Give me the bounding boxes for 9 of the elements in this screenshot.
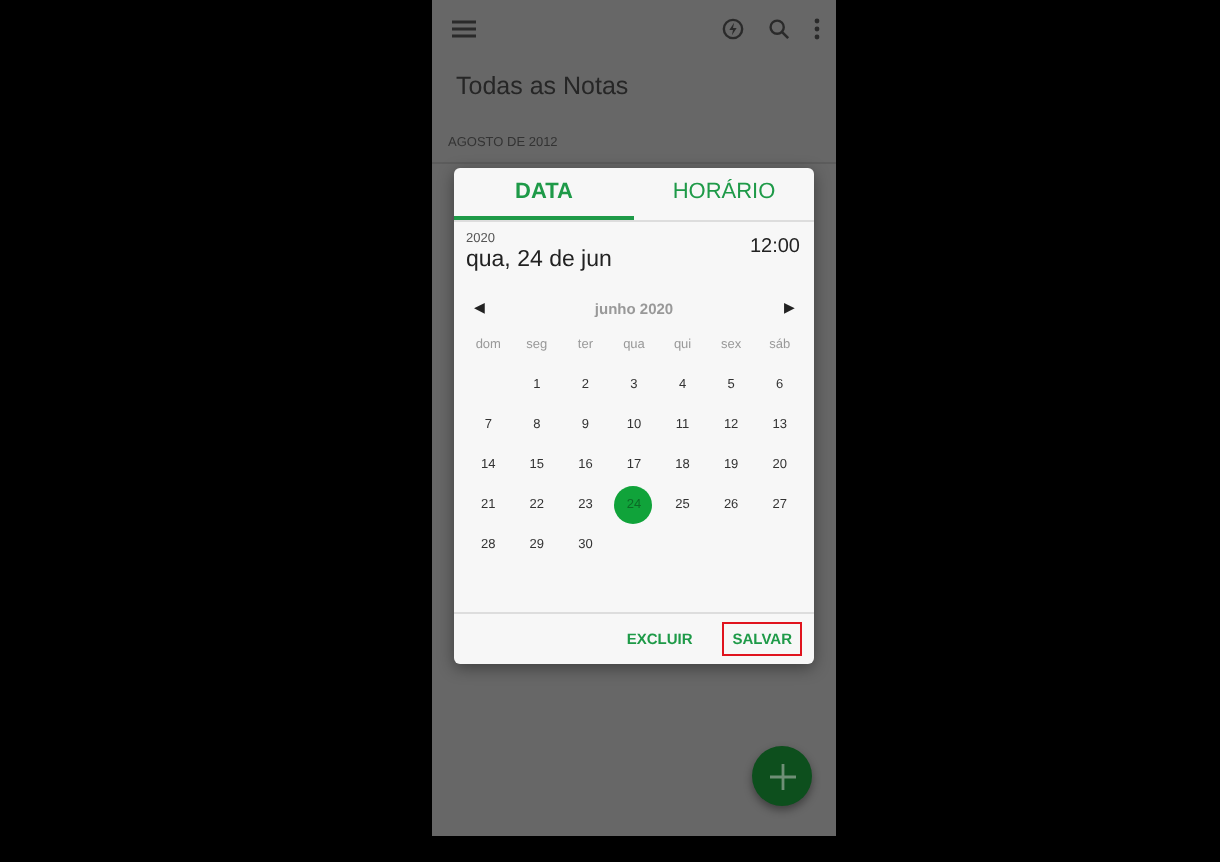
plus-icon bbox=[769, 763, 795, 789]
lightning-icon[interactable] bbox=[722, 17, 744, 39]
selected-date: qua, 24 de jun bbox=[466, 248, 612, 272]
time-label[interactable]: 12:00 bbox=[749, 236, 800, 282]
menu-icon[interactable] bbox=[452, 19, 476, 37]
screen-title: Todas as Notas bbox=[454, 70, 631, 104]
search-icon[interactable] bbox=[768, 17, 790, 39]
add-button[interactable] bbox=[752, 746, 812, 806]
more-icon[interactable] bbox=[814, 17, 820, 39]
